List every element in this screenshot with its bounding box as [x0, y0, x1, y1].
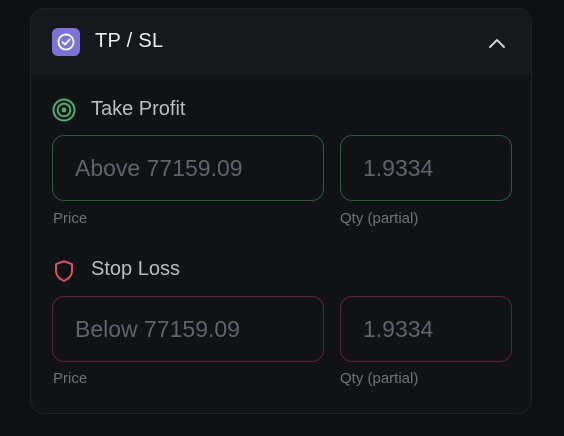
stop-loss-title: Stop Loss [91, 258, 180, 280]
take-profit-qty-label: Qty (partial) [340, 210, 419, 227]
stop-loss-qty-input[interactable] [340, 296, 512, 362]
stop-loss-price-input[interactable] [52, 296, 324, 362]
chevron-up-icon[interactable] [487, 33, 507, 53]
target-icon [52, 98, 76, 122]
tp-sl-title: TP / SL [95, 30, 164, 52]
stop-loss-qty-label: Qty (partial) [340, 370, 419, 387]
take-profit-price-label: Price [53, 210, 88, 227]
stop-loss-price-label: Price [53, 370, 88, 387]
shield-icon [55, 260, 73, 282]
take-profit-title: Take Profit [91, 98, 186, 120]
take-profit-price-input[interactable] [52, 135, 324, 201]
check-circle-icon [52, 28, 80, 56]
take-profit-qty-input[interactable] [340, 135, 512, 201]
tp-sl-header[interactable]: TP / SL [31, 9, 531, 75]
tp-sl-panel: TP / SL Take Profit Price Qty (partial) … [30, 8, 532, 414]
